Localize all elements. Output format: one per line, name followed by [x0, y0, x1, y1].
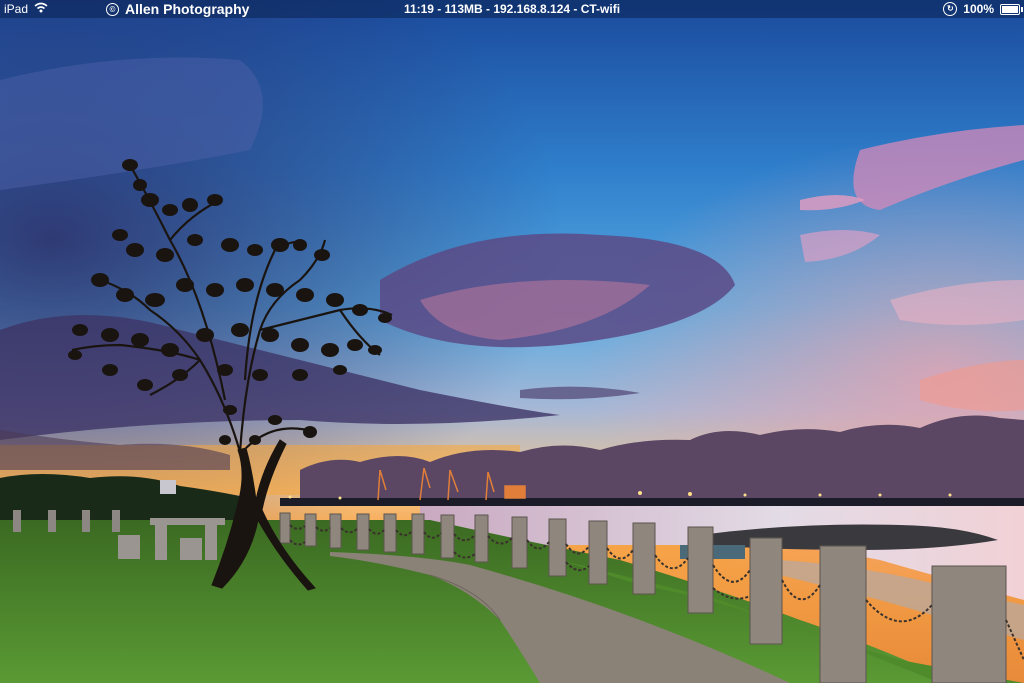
status-info: 11:19 - 113MB - 192.168.8.124 - CT-wifi	[403, 2, 621, 16]
status-bar: iPad © Allen Photography 11:19 - 113MB -…	[0, 0, 1024, 18]
battery-percentage: 100%	[963, 2, 994, 16]
battery-icon	[1000, 3, 1023, 15]
rotation-lock-icon: ↻	[943, 2, 958, 16]
sunset-photo	[0, 0, 1024, 683]
